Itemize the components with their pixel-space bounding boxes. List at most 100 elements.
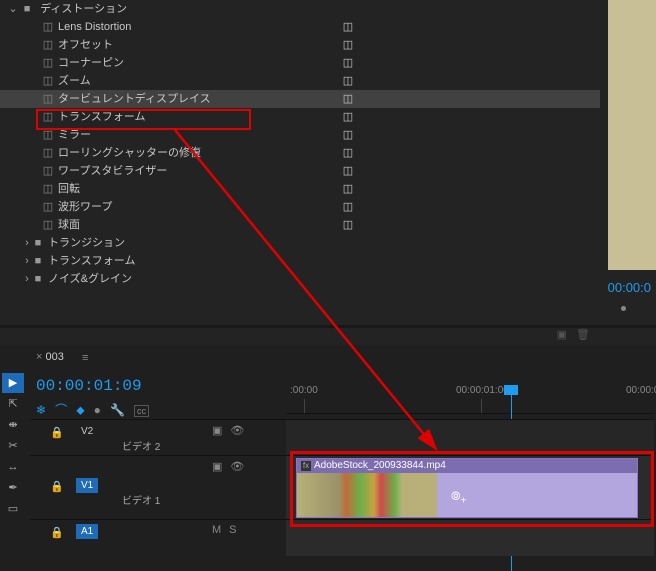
- preset-icon: ◫: [42, 90, 54, 108]
- track-select-tool[interactable]: ⇱: [2, 394, 24, 414]
- effect-item[interactable]: ◫オフセット◫: [0, 36, 600, 54]
- program-timecode: 00:00:0: [608, 280, 651, 295]
- folder-icon: ■: [32, 270, 44, 288]
- track-header-a1[interactable]: 🔒 A1 MS: [30, 519, 286, 556]
- preset-icon: ◫: [42, 162, 54, 180]
- mute-icon[interactable]: M: [212, 524, 221, 536]
- preset-icon: ◫: [42, 180, 54, 198]
- program-scrubber[interactable]: [616, 302, 656, 314]
- effects-category[interactable]: ›■ ノイズ&グレイン: [0, 270, 600, 288]
- effect-label: ズーム: [58, 75, 91, 87]
- eye-icon[interactable]: 👁: [230, 425, 244, 437]
- effect-type-icon: ◫: [340, 108, 356, 126]
- panel-menu-icon[interactable]: ≡: [82, 352, 88, 364]
- effects-category[interactable]: ›■トランスフォーム: [0, 252, 600, 270]
- effect-label: Lens Distortion: [58, 21, 131, 33]
- lock-icon[interactable]: 🔒: [50, 526, 64, 539]
- fx-badge-icon[interactable]: fx: [301, 461, 311, 471]
- eye-icon[interactable]: 👁: [230, 461, 244, 473]
- effects-category[interactable]: ›■トランジション: [0, 234, 600, 252]
- wrench-icon[interactable]: 🔧: [110, 403, 125, 417]
- effect-label: ミラー: [58, 129, 91, 141]
- snap-icon[interactable]: ❄: [36, 403, 46, 417]
- preset-icon: ◫: [42, 54, 54, 72]
- linked-selection-icon[interactable]: ⌒: [55, 403, 67, 417]
- selection-tool[interactable]: ▶: [2, 373, 24, 393]
- clip-filename: AdobeStock_200933844.mp4: [314, 460, 446, 471]
- effect-item[interactable]: ◫ワープスタビライザー◫: [0, 162, 600, 180]
- effect-item[interactable]: ◫ コーナーピン ◫: [0, 54, 600, 72]
- preset-icon: ◫: [42, 216, 54, 234]
- timeline-buttons: ❄ ⌒ ⬥ ● 🔧 cc: [36, 401, 155, 418]
- track-tag[interactable]: A1: [76, 524, 98, 539]
- effect-type-icon: ◫: [340, 18, 356, 36]
- preset-icon: ◫: [42, 108, 54, 126]
- track-header-v2[interactable]: 🔒 V2 ビデオ 2 ▣ 👁: [30, 419, 286, 456]
- sequence-timecode[interactable]: 00:00:01:09: [36, 377, 142, 395]
- rectangle-tool[interactable]: ▭: [2, 499, 24, 519]
- track-body-a1[interactable]: [286, 519, 654, 556]
- track-tag[interactable]: V2: [76, 424, 98, 439]
- ruler-tick: 00:00:01:00: [456, 385, 509, 396]
- video-clip[interactable]: fxAdobeStock_200933844.mp4 ⦾+: [296, 458, 638, 518]
- expand-arrow-icon: ›: [22, 270, 32, 288]
- effect-item[interactable]: ◫トランスフォーム◫: [0, 108, 600, 126]
- lock-icon[interactable]: 🔒: [50, 480, 64, 493]
- effect-label: ワープスタビライザー: [58, 165, 167, 177]
- drop-cursor-icon: ⦾+: [451, 489, 466, 506]
- effect-label: ローリングシャッターの修復: [58, 147, 201, 159]
- preset-icon: ◫: [42, 36, 54, 54]
- effects-category[interactable]: ⌄ ■ ディストーション: [0, 0, 600, 18]
- effect-label: タービュレントディスプレイス: [58, 93, 211, 105]
- ripple-edit-tool[interactable]: ⇼: [2, 415, 24, 435]
- slip-tool[interactable]: ↔: [2, 457, 24, 477]
- effect-label: コーナーピン: [58, 57, 124, 69]
- effect-type-icon: ◫: [340, 126, 356, 144]
- effect-label: 波形ワープ: [58, 201, 112, 213]
- preset-icon: ◫: [42, 126, 54, 144]
- effect-label: 球面: [58, 219, 80, 231]
- track-name: ビデオ 1: [122, 492, 160, 507]
- effect-item[interactable]: ◫ ミラー ◫: [0, 126, 600, 144]
- new-bin-icon[interactable]: ▣: [557, 329, 567, 341]
- effect-type-icon: ◫: [340, 54, 356, 72]
- effect-item[interactable]: ◫ 波形ワープ ◫: [0, 198, 600, 216]
- timeline-ruler[interactable]: :00:00 00:00:01:00 00:00:02:00: [286, 385, 654, 414]
- playhead-icon[interactable]: [504, 385, 518, 395]
- sequence-tab[interactable]: × 003: [36, 351, 64, 363]
- effect-label: オフセット: [58, 39, 113, 51]
- lock-icon[interactable]: 🔒: [50, 426, 64, 439]
- effect-item[interactable]: ◫ ローリングシャッターの修復 ◫: [0, 144, 600, 162]
- solo-icon[interactable]: S: [229, 524, 236, 536]
- effect-item[interactable]: ◫タービュレントディスプレイス◫: [0, 90, 600, 108]
- track-header-v1[interactable]: 🔒 V1 ビデオ 1 ▣ 👁: [30, 455, 286, 520]
- settings-icon[interactable]: ●: [94, 403, 101, 417]
- category-label: ディストーション: [40, 3, 127, 15]
- preset-icon: ◫: [42, 198, 54, 216]
- trash-icon[interactable]: 🗑: [576, 329, 590, 341]
- cc-icon[interactable]: cc: [134, 405, 149, 417]
- toggle-output-icon[interactable]: ▣: [212, 425, 222, 437]
- razor-tool[interactable]: ✂: [2, 436, 24, 456]
- track-tag[interactable]: V1: [76, 478, 98, 493]
- effect-item[interactable]: ◫ズーム◫: [0, 72, 600, 90]
- tool-column: ▶ ⇱ ⇼ ✂ ↔ ✒ ▭: [2, 373, 26, 520]
- effect-type-icon: ◫: [340, 198, 356, 216]
- expand-arrow-icon: ›: [22, 252, 32, 270]
- toggle-output-icon[interactable]: ▣: [212, 461, 222, 473]
- effect-type-icon: ◫: [340, 144, 356, 162]
- effects-panel: ⌄ ■ ディストーション ◫Lens Distortion◫◫オフセット◫◫コー…: [0, 0, 600, 345]
- pen-tool[interactable]: ✒: [2, 478, 24, 498]
- track-body-v2[interactable]: [286, 419, 654, 456]
- effect-item[interactable]: ◫Lens Distortion◫: [0, 18, 600, 36]
- effect-item[interactable]: ◫回転◫: [0, 180, 600, 198]
- expand-arrow-icon: ›: [22, 234, 32, 252]
- marker-icon[interactable]: ⬥: [76, 403, 84, 417]
- category-label: ノイズ&グレイン: [48, 273, 132, 285]
- effect-label: 回転: [58, 183, 80, 195]
- track-name: ビデオ 2: [122, 438, 160, 453]
- preset-icon: ◫: [42, 144, 54, 162]
- effect-item[interactable]: ◫球面◫: [0, 216, 600, 234]
- category-label: トランジション: [48, 237, 125, 249]
- track-body-v1[interactable]: fxAdobeStock_200933844.mp4 ⦾+: [286, 455, 654, 520]
